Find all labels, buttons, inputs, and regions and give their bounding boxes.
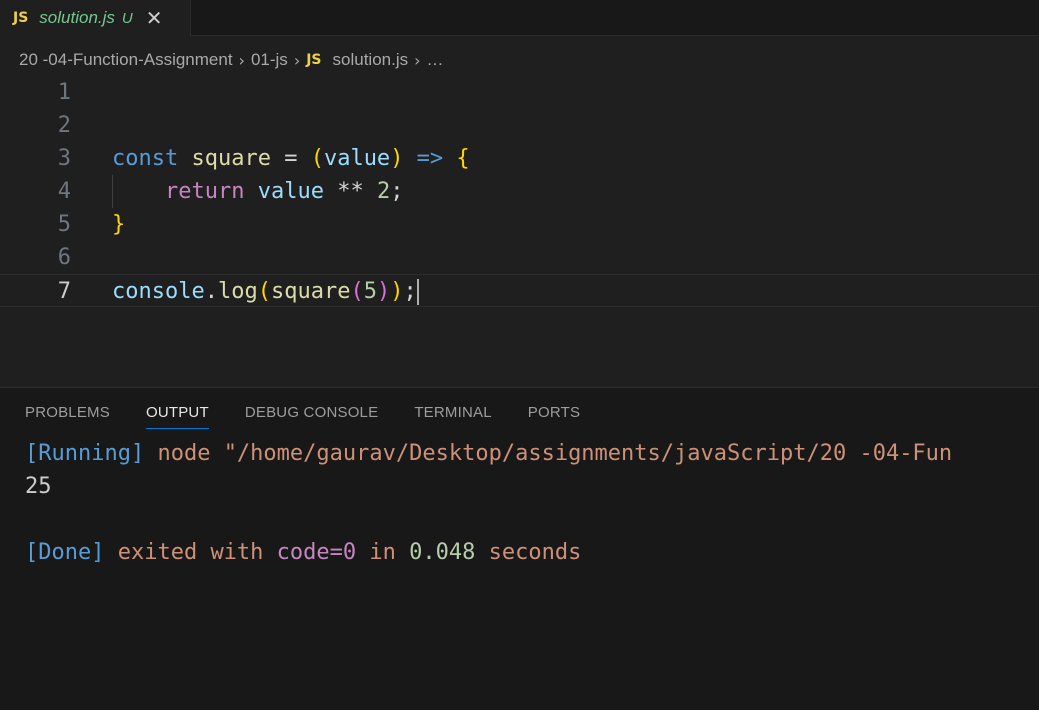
function-name-token: square bbox=[178, 146, 271, 171]
javascript-file-icon: JS bbox=[13, 10, 29, 26]
elapsed-time: 0.048 bbox=[409, 540, 476, 565]
code-line-2[interactable]: 2 bbox=[0, 109, 1039, 142]
keyword-token: return bbox=[164, 179, 245, 204]
punctuation-token: ; bbox=[390, 179, 404, 204]
code-line-7[interactable]: 7 console.log(square(5)); bbox=[0, 274, 1039, 307]
code-text: return value ** 2; bbox=[112, 175, 403, 208]
line-number: 4 bbox=[57, 179, 71, 204]
operator-token: = bbox=[270, 146, 311, 171]
done-tag: [Done] bbox=[25, 540, 105, 565]
breadcrumb: 20 -04-Function-Assignment › 01-js › JS … bbox=[19, 48, 444, 72]
line-number: 5 bbox=[57, 212, 71, 237]
bracket-token: { bbox=[443, 146, 470, 171]
code-editor[interactable]: 1 2 3 const square = (value) => { 4 retu… bbox=[0, 76, 1039, 387]
code-text: console.log(square(5)); bbox=[112, 275, 419, 308]
run-command: node "/home/gaurav/Desktop/assignments/j… bbox=[144, 441, 953, 466]
punctuation-token: ; bbox=[403, 279, 417, 304]
code-line-4[interactable]: 4 return value ** 2; bbox=[0, 175, 1039, 208]
breadcrumb-folder[interactable]: 20 -04-Function-Assignment bbox=[19, 50, 233, 70]
code-text: } bbox=[112, 208, 125, 241]
function-name-token: square bbox=[270, 279, 351, 304]
code-line-1[interactable]: 1 bbox=[0, 76, 1039, 109]
output-running-line: [Running] node "/home/gaurav/Desktop/ass… bbox=[25, 441, 952, 466]
bracket-token: ( bbox=[310, 146, 324, 171]
output-done-line: [Done] exited with code=0 in 0.048 secon… bbox=[25, 540, 581, 565]
bracket-token: ( bbox=[350, 279, 364, 304]
punctuation-token: . bbox=[204, 279, 218, 304]
line-number: 7 bbox=[57, 279, 71, 304]
in-text: in bbox=[356, 540, 410, 565]
code-line-6[interactable]: 6 bbox=[0, 241, 1039, 274]
bottom-panel: PROBLEMS OUTPUT DEBUG CONSOLE TERMINAL P… bbox=[0, 387, 1039, 710]
bracket-token: ) bbox=[390, 279, 404, 304]
code-line-3[interactable]: 3 const square = (value) => { bbox=[0, 142, 1039, 175]
breadcrumb-symbols[interactable]: … bbox=[427, 50, 444, 70]
operator-token: ** bbox=[323, 179, 377, 204]
tab-ports[interactable]: PORTS bbox=[528, 404, 580, 429]
running-tag: [Running] bbox=[25, 441, 145, 466]
tab-problems[interactable]: PROBLEMS bbox=[25, 404, 110, 429]
indent-token bbox=[112, 179, 165, 204]
number-token: 2 bbox=[376, 179, 391, 204]
tab-output[interactable]: OUTPUT bbox=[145, 404, 209, 429]
keyword-token: const bbox=[112, 146, 179, 171]
breadcrumb-subfolder[interactable]: 01-js bbox=[251, 50, 288, 70]
tab-debug-console[interactable]: DEBUG CONSOLE bbox=[245, 404, 378, 429]
panel-tabs: PROBLEMS OUTPUT DEBUG CONSOLE TERMINAL P… bbox=[25, 404, 616, 429]
tab-terminal[interactable]: TERMINAL bbox=[414, 404, 491, 429]
editor-tab-bar: JS solution.js U ✕ bbox=[0, 0, 1039, 36]
line-number: 1 bbox=[57, 80, 71, 105]
arrow-token: => bbox=[403, 146, 444, 171]
bracket-token: ) bbox=[390, 146, 404, 171]
function-name-token: log bbox=[217, 279, 258, 304]
seconds-text: seconds bbox=[475, 540, 582, 565]
exit-code: code=0 bbox=[276, 540, 357, 565]
variable-token: value bbox=[244, 179, 324, 204]
javascript-file-icon: JS bbox=[306, 52, 322, 68]
line-number: 3 bbox=[57, 146, 71, 171]
close-icon[interactable]: ✕ bbox=[146, 8, 163, 28]
object-token: console bbox=[112, 279, 205, 304]
tab-solution-js[interactable]: JS solution.js U ✕ bbox=[0, 0, 191, 36]
line-number: 2 bbox=[57, 113, 71, 138]
untracked-status-badge: U bbox=[121, 9, 133, 27]
output-result-line: 25 bbox=[25, 474, 52, 499]
breadcrumb-file[interactable]: solution.js bbox=[333, 50, 409, 70]
bracket-token: } bbox=[112, 212, 126, 237]
bracket-token: ) bbox=[376, 279, 391, 304]
line-number: 6 bbox=[57, 245, 71, 270]
code-text: const square = (value) => { bbox=[112, 142, 470, 175]
parameter-token: value bbox=[323, 146, 391, 171]
code-line-5[interactable]: 5 } bbox=[0, 208, 1039, 241]
chevron-right-icon: › bbox=[238, 50, 245, 70]
tab-label: solution.js bbox=[39, 8, 115, 27]
bracket-token: ( bbox=[257, 279, 271, 304]
exit-text: exited with bbox=[104, 540, 277, 565]
text-cursor bbox=[416, 279, 419, 305]
chevron-right-icon: › bbox=[414, 50, 421, 70]
number-token: 5 bbox=[363, 279, 377, 304]
chevron-right-icon: › bbox=[293, 50, 301, 70]
